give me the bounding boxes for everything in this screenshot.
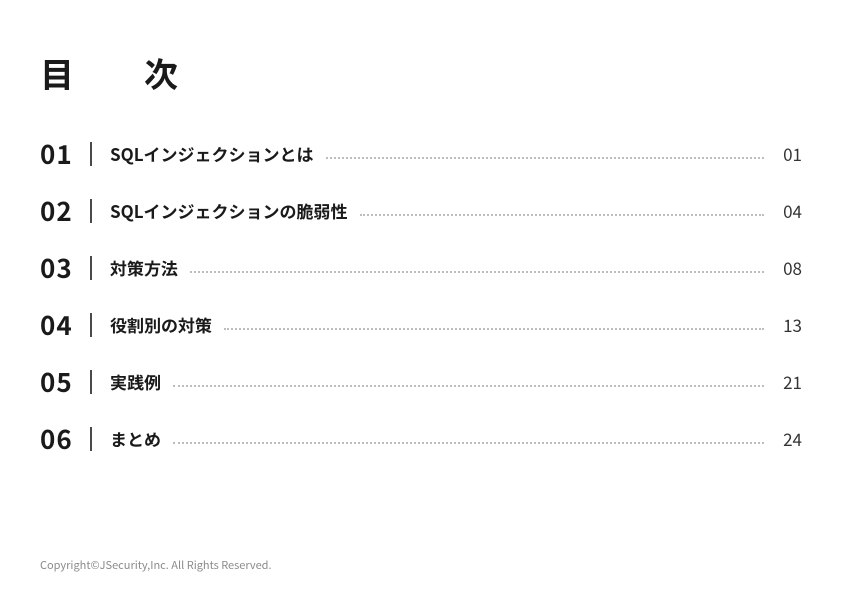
toc-number: 05: [40, 363, 90, 400]
toc-number: 03: [40, 249, 90, 286]
toc-leader: [173, 385, 764, 387]
toc-leader: [326, 157, 764, 159]
toc-leader: [190, 271, 764, 273]
toc-leader: [360, 214, 764, 216]
toc-page: 13: [776, 312, 802, 337]
toc-divider: [90, 313, 92, 337]
toc-row: 03 対策方法 08: [40, 249, 802, 286]
toc-title: SQLインジェクションとは: [110, 141, 314, 166]
toc-number: 06: [40, 420, 90, 457]
toc-number: 02: [40, 192, 90, 229]
toc-row: 05 実践例 21: [40, 363, 802, 400]
toc-title: まとめ: [110, 426, 161, 451]
toc-leader: [173, 442, 764, 444]
toc-leader: [224, 328, 764, 330]
toc-title: 対策方法: [110, 255, 178, 280]
copyright-footer: Copyright©JSecurity,Inc. All Rights Rese…: [40, 557, 272, 573]
toc-list: 01 SQLインジェクションとは 01 02 SQLインジェクションの脆弱性 0…: [40, 135, 802, 457]
toc-row: 01 SQLインジェクションとは 01: [40, 135, 802, 172]
toc-divider: [90, 142, 92, 166]
toc-divider: [90, 370, 92, 394]
toc-title: SQLインジェクションの脆弱性: [110, 198, 348, 223]
toc-number: 04: [40, 306, 90, 343]
toc-heading: 目 次: [40, 48, 802, 97]
toc-number: 01: [40, 135, 90, 172]
toc-row: 06 まとめ 24: [40, 420, 802, 457]
toc-page: 21: [776, 369, 802, 394]
toc-divider: [90, 427, 92, 451]
toc-divider: [90, 256, 92, 280]
toc-page: 01: [776, 141, 802, 166]
page: 目 次 01 SQLインジェクションとは 01 02 SQLインジェクションの脆…: [0, 0, 842, 457]
toc-page: 08: [776, 255, 802, 280]
toc-page: 04: [776, 198, 802, 223]
toc-row: 04 役割別の対策 13: [40, 306, 802, 343]
toc-page: 24: [776, 426, 802, 451]
toc-title: 役割別の対策: [110, 312, 212, 337]
toc-divider: [90, 199, 92, 223]
toc-row: 02 SQLインジェクションの脆弱性 04: [40, 192, 802, 229]
toc-title: 実践例: [110, 369, 161, 394]
